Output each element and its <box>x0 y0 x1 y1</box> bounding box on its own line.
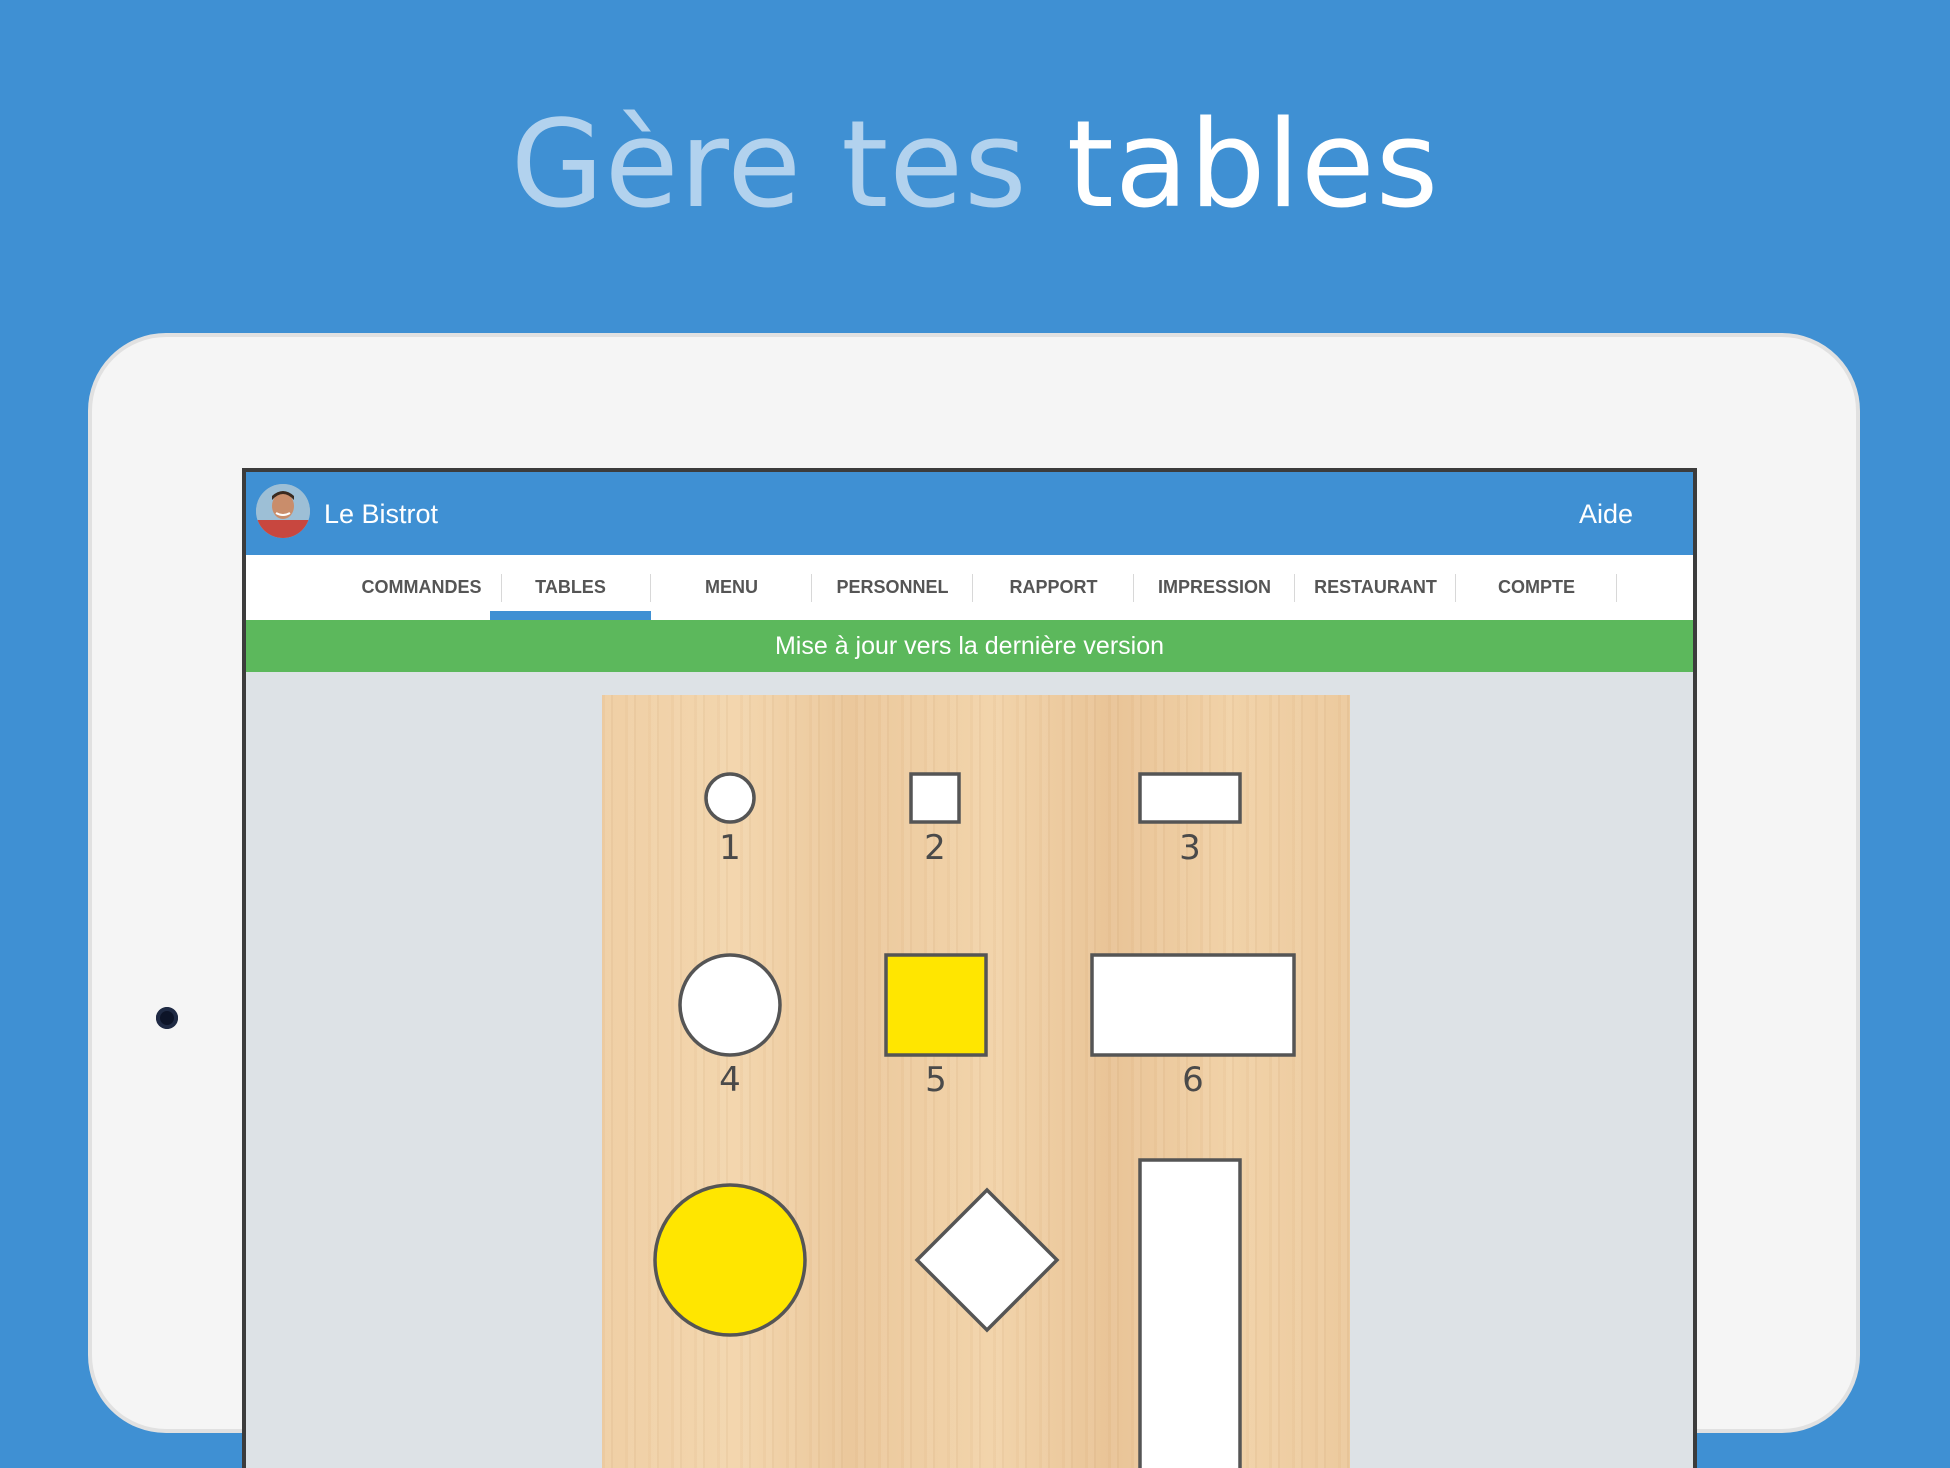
tab-divider <box>1616 574 1617 602</box>
tab-compte[interactable]: COMPTE <box>1456 555 1617 620</box>
tab-label: IMPRESSION <box>1157 577 1272 597</box>
tablet-frame: Le Bistrot Aide COMMANDES TABLES MENU PE… <box>88 333 1860 1468</box>
table-number: 6 <box>1182 1060 1204 1100</box>
tab-restaurant[interactable]: RESTAURANT <box>1295 555 1456 620</box>
tab-label: RAPPORT <box>1009 577 1098 597</box>
table-number: 2 <box>924 828 946 868</box>
avatar[interactable] <box>256 484 310 538</box>
tab-label: TABLES <box>535 577 606 597</box>
tab-menu[interactable]: MENU <box>651 555 812 620</box>
table-5[interactable] <box>884 953 988 1057</box>
table-7[interactable] <box>653 1183 807 1337</box>
table-3[interactable] <box>1138 772 1242 824</box>
table-1[interactable] <box>704 772 756 824</box>
table-number: 1 <box>719 828 741 868</box>
table-number: 5 <box>925 1060 947 1100</box>
tab-personnel[interactable]: PERSONNEL <box>812 555 973 620</box>
help-link[interactable]: Aide <box>1579 498 1633 530</box>
floor-plan-canvas: 1 2 3 4 5 6 <box>653 772 1296 1468</box>
table-9[interactable] <box>1138 1158 1242 1468</box>
headline-light: Gère tes <box>510 96 1028 235</box>
tab-label: RESTAURANT <box>1314 577 1437 597</box>
table-number: 4 <box>719 1060 741 1100</box>
restaurant-name: Le Bistrot <box>324 499 439 529</box>
update-banner[interactable]: Mise à jour vers la dernière version <box>246 620 1693 672</box>
table-6[interactable] <box>1090 953 1296 1057</box>
floor-plan: 1 2 3 4 5 6 <box>602 695 1350 1468</box>
headline: Gère tes tables <box>0 96 1950 236</box>
tab-label: COMPTE <box>1497 577 1575 597</box>
app-bar: Le Bistrot Aide <box>246 472 1693 555</box>
tab-label: PERSONNEL <box>836 577 949 597</box>
table-4[interactable] <box>678 953 782 1057</box>
table-number: 3 <box>1179 828 1201 868</box>
tab-label: MENU <box>705 577 758 597</box>
table-8[interactable] <box>914 1187 1060 1333</box>
tab-commandes[interactable]: COMMANDES <box>341 555 502 620</box>
tab-tables[interactable]: TABLES <box>490 555 651 620</box>
tab-rapport[interactable]: RAPPORT <box>973 555 1134 620</box>
table-2[interactable] <box>909 772 961 824</box>
tab-bar: COMMANDES TABLES MENU PERSONNEL RAPPORT … <box>246 555 1693 620</box>
tab-impression[interactable]: IMPRESSION <box>1134 555 1295 620</box>
app-screen: Le Bistrot Aide COMMANDES TABLES MENU PE… <box>242 468 1697 1468</box>
tab-label: COMMANDES <box>361 577 482 597</box>
headline-bold: tables <box>1066 96 1440 235</box>
camera-dot <box>156 1007 178 1029</box>
